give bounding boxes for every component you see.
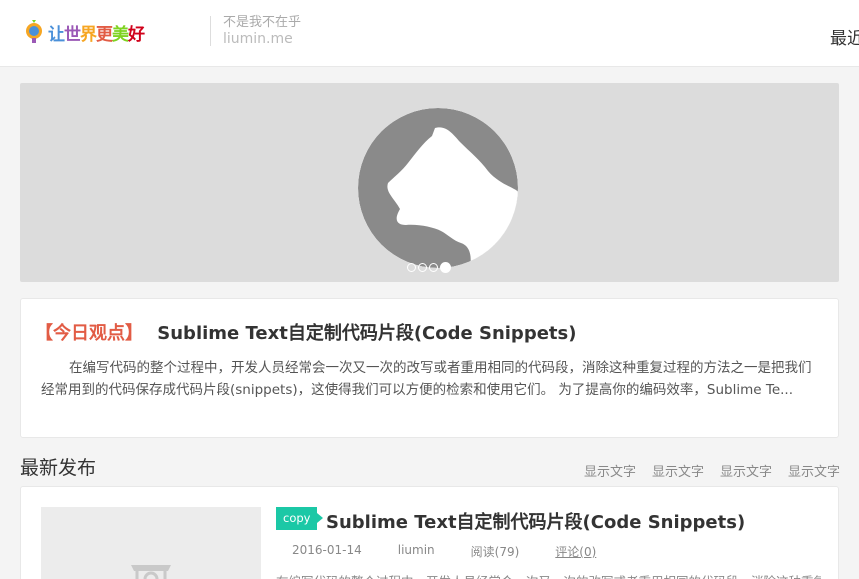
- site-logo[interactable]: 让世界更美好: [24, 17, 145, 47]
- header-divider: [210, 16, 211, 46]
- featured-headline-link[interactable]: Sublime Text自定制代码片段(Code Snippets): [157, 323, 576, 344]
- logo-char: 界: [80, 24, 97, 45]
- logo-char: 更: [96, 24, 113, 45]
- logo-mark-icon: [24, 20, 44, 44]
- site-slogan: 不是我不在乎 liumin.me: [223, 15, 301, 47]
- logo-char: 让: [48, 24, 65, 45]
- carousel-dot-2[interactable]: [418, 263, 427, 272]
- post-category-badge[interactable]: copy: [276, 507, 325, 530]
- post-thumbnail[interactable]: [41, 507, 261, 579]
- section-link-2[interactable]: 显示文字: [652, 461, 704, 480]
- latest-section-title: 最新发布: [20, 457, 97, 479]
- post-author[interactable]: liumin: [398, 543, 435, 560]
- section-link-3[interactable]: 显示文字: [720, 461, 772, 480]
- featured-tag: 【今日观点】: [35, 323, 143, 344]
- section-link-4[interactable]: 显示文字: [788, 461, 840, 480]
- site-domain: liumin.me: [223, 31, 293, 47]
- post-date: 2016-01-14: [292, 543, 362, 557]
- latest-section-links: 显示文字 显示文字 显示文字 显示文字: [584, 461, 840, 480]
- featured-excerpt: 在编写代码的整个过程中，开发人员经常会一次又一次的改写或者重用相同的代码段，消除…: [41, 360, 812, 398]
- banner-carousel[interactable]: [20, 83, 839, 282]
- logo-text: 让世界更美好: [48, 20, 145, 45]
- banner-avatar-image: [358, 108, 518, 268]
- carousel-dots: [407, 262, 451, 273]
- nav-recent-link[interactable]: 最近: [830, 24, 859, 49]
- logo-char: 美: [112, 24, 129, 45]
- logo-char: 好: [128, 24, 145, 45]
- site-header: 让世界更美好 不是我不在乎 liumin.me 最近: [0, 0, 859, 67]
- post-excerpt: 在编写代码的整个过程中，开发人员经常会一次又一次的改写或者重用相同的代码段，消除…: [276, 571, 821, 579]
- section-link-1[interactable]: 显示文字: [584, 461, 636, 480]
- post-card: copy Sublime Text自定制代码片段(Code Snippets) …: [20, 486, 839, 579]
- post-meta: 2016-01-14 liumin 阅读(79) 评论(0): [292, 543, 632, 560]
- post-reads: 阅读(79): [470, 545, 520, 559]
- slogan-text: 不是我不在乎: [223, 15, 302, 30]
- logo-char: 世: [64, 24, 81, 45]
- featured-post: 【今日观点】 Sublime Text自定制代码片段(Code Snippets…: [20, 298, 839, 438]
- featured-title-line: 【今日观点】 Sublime Text自定制代码片段(Code Snippets…: [35, 319, 576, 345]
- carousel-dot-1[interactable]: [407, 263, 416, 272]
- carousel-dot-4[interactable]: [440, 262, 451, 273]
- post-title-link[interactable]: Sublime Text自定制代码片段(Code Snippets): [326, 508, 745, 534]
- carousel-dot-3[interactable]: [429, 263, 438, 272]
- post-comments-link[interactable]: 评论(0): [555, 543, 596, 560]
